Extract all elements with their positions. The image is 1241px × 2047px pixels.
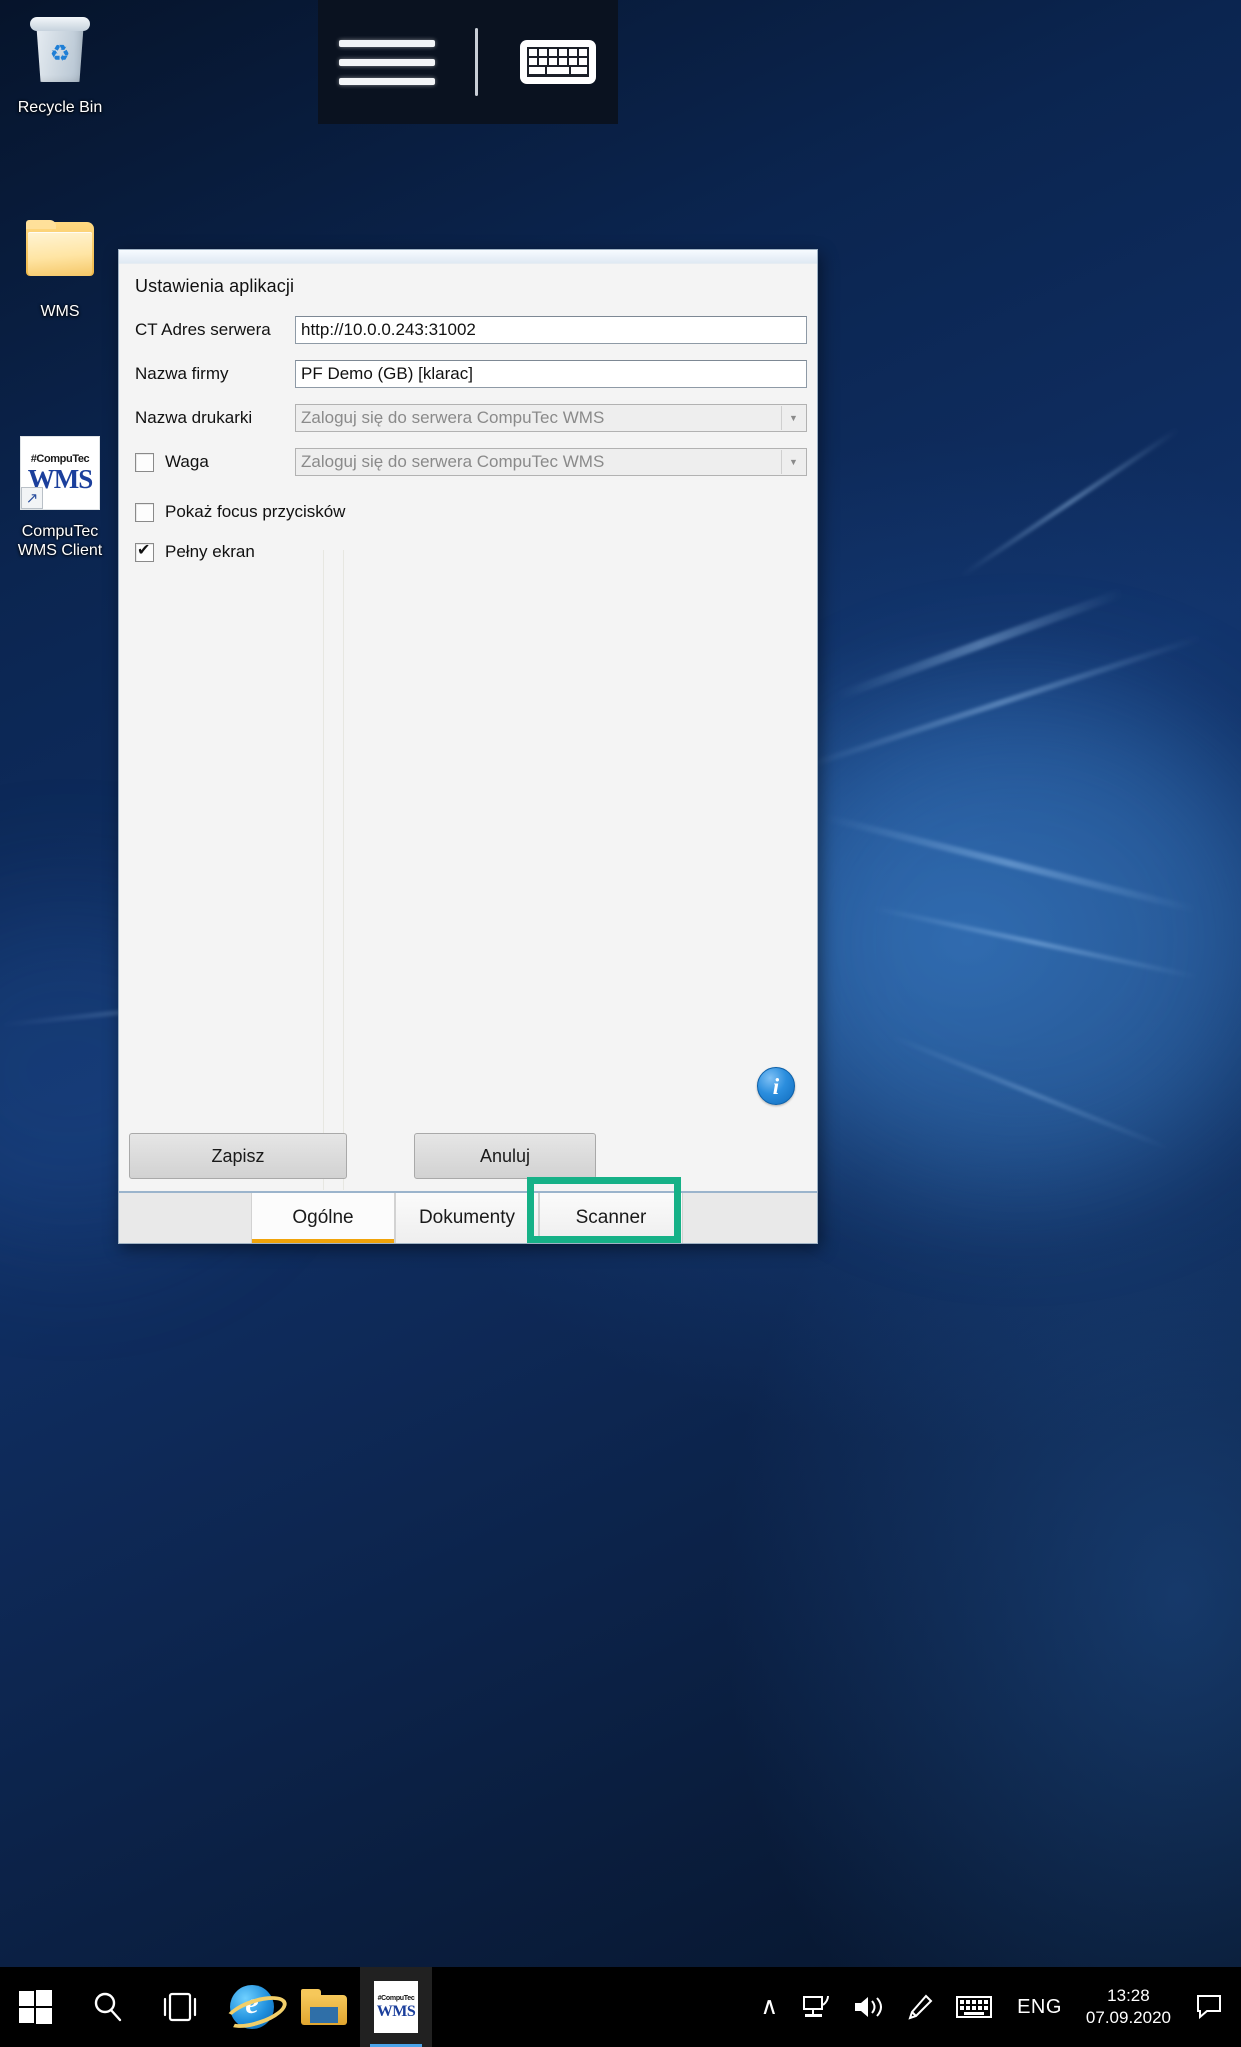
chevron-down-icon[interactable]: ▼ [781,450,805,474]
floating-toolbar [318,0,618,124]
internet-explorer-button[interactable]: e [216,1967,288,2047]
wallpaper-streak [960,427,1180,578]
chevron-up-icon: ∧ [760,1993,779,2020]
wallpaper-glow [760,700,1241,1180]
computec-wms-icon: #CompuTec WMS ↗ [4,432,116,518]
application-settings-dialog: Ustawienia aplikacji CT Adres serwera ht… [118,249,818,1244]
internet-explorer-icon: e [230,1985,274,2029]
scale-combobox-value: Zaloguj się do serwera CompuTec WMS [301,452,605,471]
wms-tile-main-text: WMS [376,2002,416,2020]
server-address-value: http://10.0.0.243:31002 [301,320,476,339]
ie-letter: e [245,1987,259,2020]
desktop-icon-recycle-bin[interactable]: ♻ Recycle Bin [4,8,116,117]
dialog-titlebar [119,250,817,264]
cancel-button[interactable]: Anuluj [414,1133,596,1179]
system-tray: ∧ ENG 13:28 07.09.2020 [749,1967,1241,2047]
fullscreen-checkbox[interactable] [135,541,154,562]
volume-icon[interactable] [841,1967,895,2047]
tab-dokumenty[interactable]: Dokumenty [395,1193,539,1243]
shortcut-arrow-icon: ↗ [21,487,43,509]
recycle-bin-icon: ♻ [4,8,116,94]
wms-tile-top-text: #CompuTec [377,1994,415,2002]
desktop-icon-label: WMS [40,303,80,320]
dialog-body: Ustawienia aplikacji CT Adres serwera ht… [119,264,817,1191]
action-center-button[interactable] [1181,1967,1241,2047]
tab-ogolne[interactable]: Ogólne [251,1193,395,1243]
information-icon-glyph: i [772,1073,780,1099]
desktop-icon-label-line1: CompuTec [21,523,99,540]
fullscreen-checkbox-row[interactable]: Pełny ekran [135,541,255,562]
printer-name-combobox[interactable]: Zaloguj się do serwera CompuTec WMS ▼ [295,404,807,432]
scale-combobox[interactable]: Zaloguj się do serwera CompuTec WMS ▼ [295,448,807,476]
panel-separator [343,550,344,1190]
touch-keyboard-icon[interactable] [945,1967,1003,2047]
clock[interactable]: 13:28 07.09.2020 [1076,1985,1181,2029]
scale-checkbox-group[interactable]: Waga [135,452,295,472]
panel-separator [323,550,324,1190]
label-server-address: CT Adres serwera [135,320,271,339]
show-hidden-icons-button[interactable]: ∧ [749,1967,789,2047]
toolbar-divider [474,28,478,96]
company-name-input[interactable]: PF Demo (GB) [klarac] [295,360,807,388]
clock-date: 07.09.2020 [1085,2008,1171,2027]
panel-caption: Ustawienia aplikacji [135,276,295,296]
dialog-button-bar: Zapisz Anuluj [119,1133,817,1179]
show-button-focus-checkbox[interactable] [135,502,154,522]
save-button[interactable]: Zapisz [129,1133,347,1179]
scale-checkbox-label: Waga [165,452,209,471]
server-address-input[interactable]: http://10.0.0.243:31002 [295,316,807,344]
hamburger-menu-icon[interactable] [338,31,435,93]
label-printer-name: Nazwa drukarki [135,408,253,427]
fullscreen-label: Pełny ekran [165,542,255,561]
label-company-name: Nazwa firmy [135,364,229,383]
tab-scanner[interactable]: Scanner [539,1193,683,1243]
desktop-icon-computec-wms-client[interactable]: #CompuTec WMS ↗ CompuTec WMS Client [4,432,116,560]
language-indicator[interactable]: ENG [1003,1996,1076,2019]
task-view-button[interactable] [144,1967,216,2047]
folder-icon [4,212,116,298]
on-screen-keyboard-icon[interactable] [518,36,598,88]
desktop-icon-label-line2: WMS Client [17,542,103,559]
show-button-focus-label: Pokaż focus przycisków [165,502,346,521]
settings-tabstrip: Ogólne Dokumenty Scanner [119,1177,817,1243]
windows-taskbar: e #CompuTec WMS ∧ ENG 13:28 07.09.2020 [0,1967,1241,2047]
scale-checkbox[interactable] [135,452,154,472]
information-icon[interactable]: i [757,1067,795,1105]
desktop-icon-wms-folder[interactable]: WMS [4,212,116,321]
file-explorer-button[interactable] [288,1967,360,2047]
computec-wms-taskbar-button[interactable]: #CompuTec WMS [360,1967,432,2047]
chevron-down-icon[interactable]: ▼ [781,406,805,430]
form-row-server-address: CT Adres serwera http://10.0.0.243:31002 [135,316,807,344]
form-row-scale: Waga Zaloguj się do serwera CompuTec WMS… [135,448,807,476]
file-explorer-icon [301,1989,347,2025]
start-button[interactable] [0,1967,72,2047]
network-icon[interactable] [789,1967,841,2047]
show-button-focus-checkbox-row[interactable]: Pokaż focus przycisków [135,502,345,522]
form-row-printer-name: Nazwa drukarki Zaloguj się do serwera Co… [135,404,807,432]
company-name-value: PF Demo (GB) [klarac] [301,364,473,383]
desktop-icon-label: Recycle Bin [17,99,103,116]
search-button[interactable] [72,1967,144,2047]
clock-time: 13:28 [1107,1986,1150,2005]
computec-wms-icon: #CompuTec WMS [374,1981,418,2033]
form-row-company-name: Nazwa firmy PF Demo (GB) [klarac] [135,360,807,388]
wallpaper-streak [837,588,1123,701]
pen-icon[interactable] [895,1967,945,2047]
printer-name-value: Zaloguj się do serwera CompuTec WMS [301,408,605,427]
